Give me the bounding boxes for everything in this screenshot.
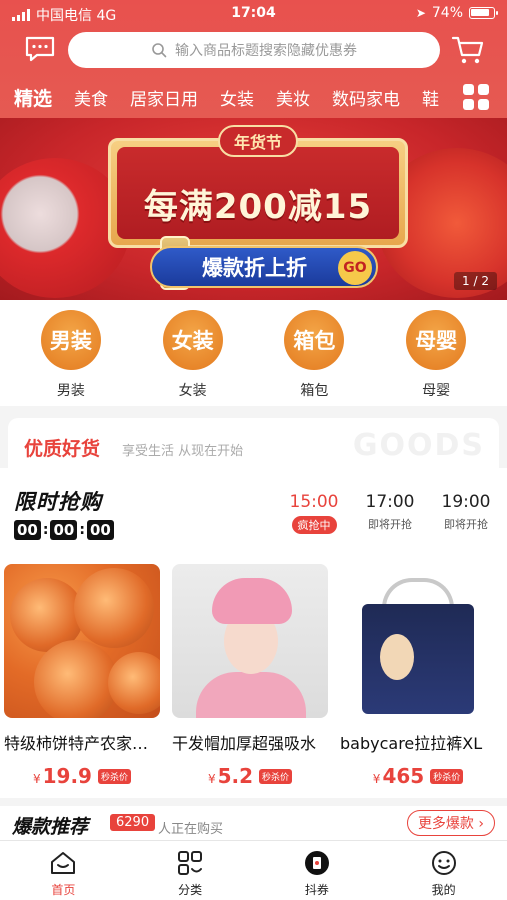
flash-sale-title: 限时抢购 <box>14 490 102 514</box>
flash-price-tag: 秒杀价 <box>430 768 464 784</box>
category-baby[interactable]: 母婴 母婴 <box>386 310 486 400</box>
product-card[interactable]: 特级柿饼特产农家自制 ¥ 19.9 秒杀价 <box>4 564 160 788</box>
product-name: 干发帽加厚超强吸水 <box>172 734 317 753</box>
flash-price-tag: 秒杀价 <box>97 768 131 784</box>
banner-headline: 每满200减15 <box>143 187 373 227</box>
buyer-count-badge: 6290 <box>110 814 156 831</box>
category-label: 箱包 <box>300 383 329 399</box>
category-circle: 女装 <box>162 310 223 370</box>
bottom-nav: 首页 分类 抖券 我的 <box>0 840 507 900</box>
time-slot-1900[interactable]: 19:00 即将开抢 <box>437 492 495 534</box>
promo-banner[interactable]: 年货节 每满200减15 爆款折上折 GO 1 / 2 <box>0 118 507 300</box>
quality-goods-header: 优质好货 享受生活 从现在开始 GOODS <box>8 418 499 468</box>
tab-beauty[interactable]: 美妆 <box>276 85 310 110</box>
product-image-diapers <box>340 564 496 718</box>
slot-status: 即将开抢 <box>368 518 412 531</box>
flash-sale-section: 限时抢购 00 : 00 : 00 15:00 疯抢中 17:00 即将开抢 1… <box>0 468 507 798</box>
category-women[interactable]: 女装 女装 <box>143 310 243 400</box>
time-slot-1700[interactable]: 17:00 即将开抢 <box>361 492 419 534</box>
banner-pager: 1 / 2 <box>454 272 497 290</box>
grid-menu-icon[interactable] <box>463 84 489 110</box>
product-image-persimmon <box>4 564 160 718</box>
category-label: 男装 <box>56 383 85 399</box>
douyin-icon <box>304 851 329 875</box>
timer-seconds: 00 <box>86 520 114 540</box>
more-hot-button[interactable]: 更多爆款 › <box>406 810 495 836</box>
banner-pill: 年货节 <box>217 125 299 157</box>
location-icon: ➤ <box>415 6 426 20</box>
search-placeholder: 输入商品标题搜索隐藏优惠券 <box>175 43 357 59</box>
category-label: 母婴 <box>422 383 451 399</box>
search-input[interactable]: 输入商品标题搜索隐藏优惠券 <box>68 32 440 68</box>
product-price: ¥ 19.9 秒杀价 <box>4 764 160 788</box>
flash-price-tag: 秒杀价 <box>259 768 293 784</box>
search-icon <box>152 43 167 58</box>
nav-label: 抖券 <box>304 883 329 897</box>
tab-shoes[interactable]: 鞋 <box>422 85 439 110</box>
category-circle: 母婴 <box>406 310 467 370</box>
status-bar: 中国电信 4G 17:04 ➤ 74% <box>0 0 507 28</box>
go-button[interactable]: GO <box>338 251 372 285</box>
category-tabs: 精选 美食 居家日用 女装 美妆 数码家电 鞋 <box>0 82 460 112</box>
hot-title: 爆款推荐 <box>12 816 89 838</box>
battery-icon <box>469 7 498 19</box>
battery-percent: 74% <box>431 5 463 21</box>
slot-time: 19:00 <box>441 492 491 512</box>
category-circle: 男装 <box>40 310 101 370</box>
category-men[interactable]: 男装 男装 <box>21 310 121 400</box>
product-card[interactable]: 干发帽加厚超强吸水 ¥ 5.2 秒杀价 <box>172 564 328 788</box>
nav-douyin-coupon[interactable]: 抖券 <box>267 841 367 900</box>
product-card[interactable]: babycare拉拉裤XL ¥ 465 秒杀价 <box>340 564 496 788</box>
message-icon[interactable] <box>24 36 56 62</box>
tab-food[interactable]: 美食 <box>74 85 108 110</box>
status-right: ➤ 74% <box>415 5 498 21</box>
banner-cta[interactable]: 爆款折上折 GO <box>150 246 378 288</box>
slot-time: 15:00 <box>289 492 339 512</box>
category-bags[interactable]: 箱包 箱包 <box>264 310 364 400</box>
flash-products: 特级柿饼特产农家自制 ¥ 19.9 秒杀价 干发帽加厚超强吸水 ¥ 5.2 秒杀… <box>4 564 504 788</box>
nav-profile[interactable]: 我的 <box>394 841 494 900</box>
tab-electronics[interactable]: 数码家电 <box>332 85 400 110</box>
cart-icon[interactable] <box>451 34 485 66</box>
quality-ghost-text: GOODS <box>352 428 485 463</box>
product-name: babycare拉拉裤XL <box>340 734 483 753</box>
search-row: 输入商品标题搜索隐藏优惠券 <box>0 32 507 70</box>
banner-board: 年货节 每满200减15 <box>108 125 408 248</box>
tab-women[interactable]: 女装 <box>220 85 254 110</box>
slot-time: 17:00 <box>365 492 415 512</box>
time-slots: 15:00 疯抢中 17:00 即将开抢 19:00 即将开抢 <box>285 492 495 534</box>
category-label: 女装 <box>178 383 207 399</box>
home-icon <box>51 852 76 874</box>
slot-status: 即将开抢 <box>444 518 488 531</box>
nav-label: 首页 <box>51 883 76 897</box>
buying-label: 人正在购买 <box>158 822 224 837</box>
product-name: 特级柿饼特产农家自制 <box>4 734 160 753</box>
category-icon <box>178 851 203 875</box>
category-circle: 箱包 <box>284 310 345 370</box>
time-slot-1500[interactable]: 15:00 疯抢中 <box>285 492 343 534</box>
product-image-hair-towel <box>172 564 328 718</box>
countdown-timer: 00 : 00 : 00 <box>14 520 114 540</box>
timer-minutes: 00 <box>50 520 78 540</box>
nav-home[interactable]: 首页 <box>13 841 113 900</box>
nav-label: 我的 <box>431 883 456 897</box>
quality-title: 优质好货 <box>24 438 101 460</box>
quality-subtitle: 享受生活 从现在开始 <box>122 444 244 459</box>
hot-recommend-header: 爆款推荐 6290 人正在购买 更多爆款 › <box>0 806 507 840</box>
nav-category[interactable]: 分类 <box>140 841 240 900</box>
profile-icon <box>431 851 456 875</box>
product-price: ¥ 465 秒杀价 <box>340 764 496 788</box>
banner-cta-label: 爆款折上折 <box>202 256 307 280</box>
nav-label: 分类 <box>178 883 203 897</box>
slot-status: 疯抢中 <box>291 516 337 534</box>
tab-selected[interactable]: 精选 <box>14 84 52 111</box>
category-shortcuts: 男装 男装 女装 女装 箱包 箱包 母婴 母婴 <box>0 300 507 406</box>
timer-hours: 00 <box>14 520 41 540</box>
product-price: ¥ 5.2 秒杀价 <box>172 764 328 788</box>
tab-home[interactable]: 居家日用 <box>130 85 198 110</box>
